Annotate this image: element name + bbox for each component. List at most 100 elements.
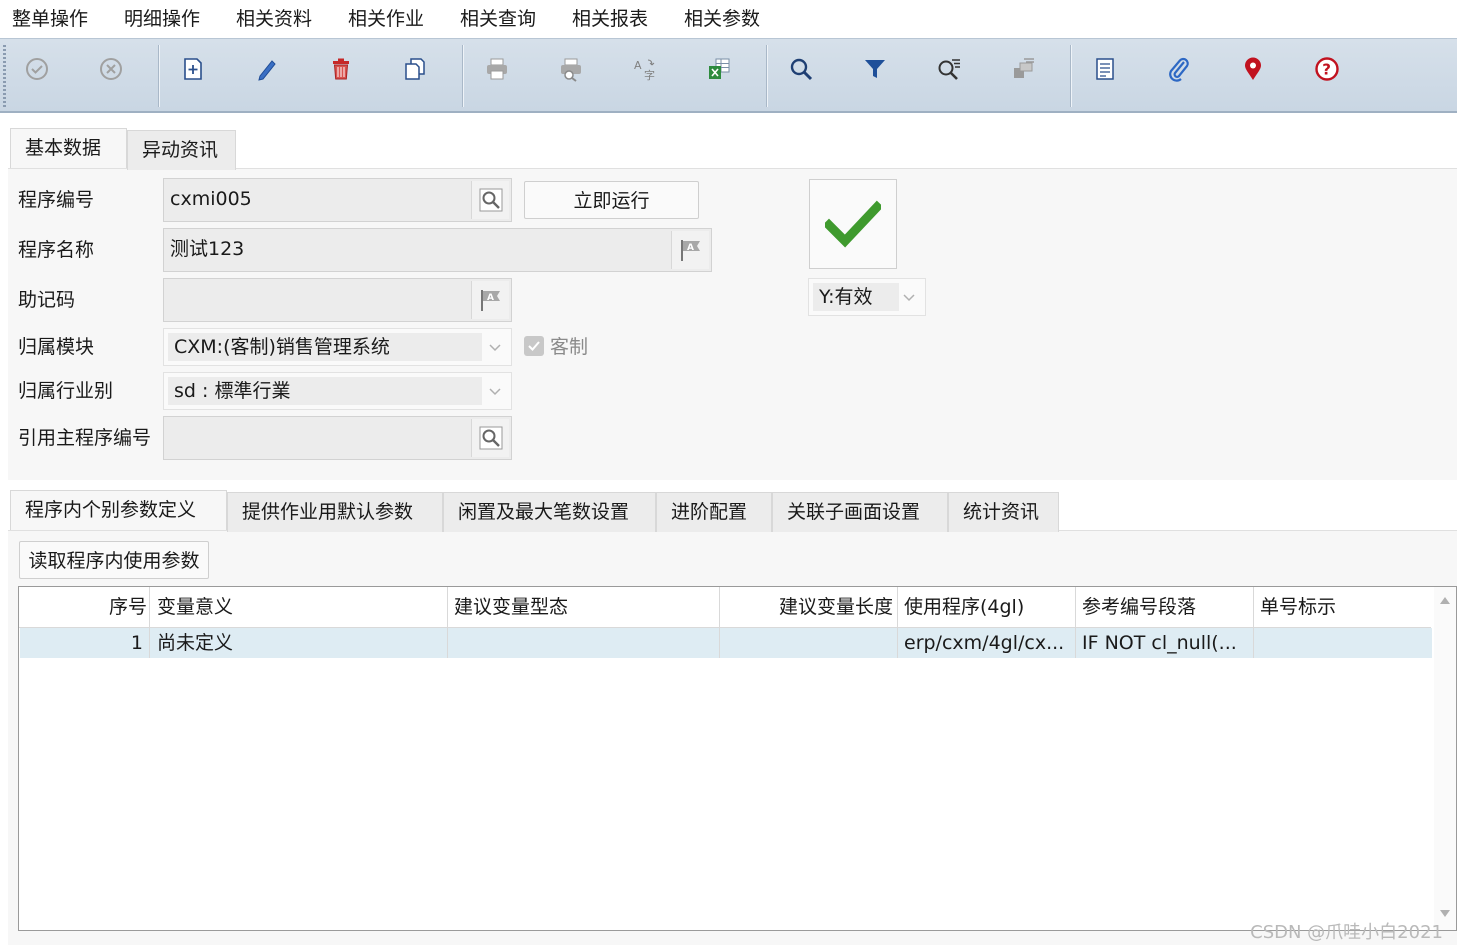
column-header-doc-flag[interactable]: 单号标示: [1260, 587, 1428, 627]
tab-sub-screen-settings[interactable]: 关联子画面设置: [772, 492, 948, 532]
tab-change-info[interactable]: 异动资讯: [127, 130, 236, 170]
tab-statistics[interactable]: 统计资讯: [948, 492, 1059, 532]
translate-icon[interactable]: A字: [625, 49, 665, 89]
tab-advanced-config[interactable]: 进阶配置: [656, 492, 772, 532]
print-preview-icon[interactable]: [551, 49, 591, 89]
status-select[interactable]: Y:有效: [808, 278, 926, 316]
status-value: Y:有效: [819, 286, 873, 308]
multilang-flag-icon[interactable]: A: [471, 281, 509, 319]
menu-related-params[interactable]: 相关参数: [682, 5, 762, 33]
valid-status-indicator: [809, 179, 897, 269]
program-no-label: 程序编号: [18, 189, 95, 211]
menu-related-data[interactable]: 相关资料: [234, 5, 314, 33]
custom-checkbox[interactable]: [524, 336, 544, 356]
module-label: 归属模块: [18, 336, 95, 358]
cell-length[interactable]: [721, 628, 893, 658]
ref-program-field[interactable]: [163, 416, 512, 460]
menu-related-reports[interactable]: 相关报表: [570, 5, 650, 33]
column-divider: [1075, 587, 1076, 658]
delete-icon[interactable]: [321, 49, 361, 89]
search-icon[interactable]: [471, 181, 509, 219]
toolbar-separator: [1070, 45, 1072, 107]
industry-label: 归属行业别: [18, 380, 114, 402]
column-header-program[interactable]: 使用程序(4gl): [904, 587, 1072, 627]
help-icon[interactable]: ?: [1307, 49, 1347, 89]
tab-program-params[interactable]: 程序内个别参数定义: [10, 490, 227, 530]
query-icon[interactable]: [929, 49, 969, 89]
column-header-reference[interactable]: 参考编号段落: [1082, 587, 1250, 627]
document-icon[interactable]: [1085, 49, 1125, 89]
search-icon[interactable]: [471, 419, 509, 457]
location-pin-icon[interactable]: [1233, 49, 1273, 89]
column-header-length[interactable]: 建议变量长度: [721, 587, 893, 627]
svg-text:A: A: [687, 243, 694, 253]
menu-bar: 整单操作 明细操作 相关资料 相关作业 相关查询 相关报表 相关参数: [0, 0, 1457, 38]
svg-text:字: 字: [644, 68, 655, 82]
mnemonic-label: 助记码: [18, 289, 76, 311]
params-grid: 序号 变量意义 建议变量型态 建议变量长度 使用程序(4gl) 参考编号段落 单…: [18, 586, 1457, 931]
cancel-icon[interactable]: [91, 49, 131, 89]
column-divider: [897, 587, 898, 658]
industry-select-box: sd : 標準行業: [168, 377, 482, 405]
menu-related-jobs[interactable]: 相关作业: [346, 5, 426, 33]
check-icon: [528, 341, 540, 351]
industry-select[interactable]: sd : 標準行業: [163, 372, 512, 410]
program-name-label: 程序名称: [18, 239, 95, 261]
checkmark-icon: [825, 200, 881, 248]
svg-text:?: ?: [1322, 61, 1331, 79]
attachment-icon[interactable]: [1159, 49, 1199, 89]
column-divider: [149, 587, 150, 658]
tab-idle-max-settings[interactable]: 闲置及最大笔数设置: [443, 492, 656, 532]
menu-whole-operation[interactable]: 整单操作: [10, 5, 90, 33]
multilang-flag-icon[interactable]: A: [671, 231, 709, 269]
program-name-field[interactable]: 测试123 A: [163, 228, 712, 272]
toolbar-grip[interactable]: [3, 45, 6, 107]
copy-icon[interactable]: [395, 49, 435, 89]
mnemonic-field[interactable]: A: [163, 278, 512, 322]
svg-text:A: A: [487, 293, 494, 303]
program-no-value: cxmi005: [170, 188, 252, 210]
tab-basic-data[interactable]: 基本数据: [10, 128, 127, 168]
program-no-field[interactable]: cxmi005: [163, 178, 512, 222]
search-icon[interactable]: [781, 49, 821, 89]
module-select-box: CXM:(客制)销售管理系统: [168, 333, 482, 361]
confirm-icon[interactable]: [17, 49, 57, 89]
filter-icon[interactable]: [855, 49, 895, 89]
export-excel-icon[interactable]: [699, 49, 739, 89]
run-now-button[interactable]: 立即运行: [524, 181, 699, 219]
chevron-down-icon[interactable]: [485, 337, 505, 357]
svg-text:A: A: [634, 59, 642, 72]
tab-default-params[interactable]: 提供作业用默认参数: [227, 492, 443, 532]
new-icon[interactable]: [173, 49, 213, 89]
cell-meaning[interactable]: 尚未定义: [157, 628, 443, 658]
cell-type[interactable]: [454, 628, 714, 658]
cell-seq[interactable]: 1: [19, 628, 143, 658]
stack-icon[interactable]: [1003, 49, 1043, 89]
chevron-down-icon[interactable]: [485, 381, 505, 401]
program-name-value: 测试123: [170, 238, 245, 260]
cell-reference[interactable]: IF NOT cl_null(...: [1082, 628, 1250, 658]
print-icon[interactable]: [477, 49, 517, 89]
toolbar-separator: [462, 45, 464, 107]
column-divider: [1253, 587, 1254, 658]
watermark: CSDN @爪哇小白2021: [1250, 922, 1443, 943]
column-divider: [719, 587, 720, 658]
menu-detail-operation[interactable]: 明细操作: [122, 5, 202, 33]
module-value: CXM:(客制)销售管理系统: [174, 336, 390, 358]
cell-doc-flag[interactable]: [1260, 628, 1428, 658]
column-divider: [447, 587, 448, 658]
toolbar-separator: [766, 45, 768, 107]
vertical-scrollbar[interactable]: [1434, 587, 1456, 930]
scroll-up-icon[interactable]: [1439, 595, 1451, 605]
module-select[interactable]: CXM:(客制)销售管理系统: [163, 328, 512, 366]
cell-program[interactable]: erp/cxm/4gl/cx...: [904, 628, 1072, 658]
edit-icon[interactable]: [247, 49, 287, 89]
chevron-down-icon[interactable]: [899, 287, 919, 307]
ref-program-label: 引用主程序编号: [18, 427, 152, 449]
column-header-meaning[interactable]: 变量意义: [157, 587, 443, 627]
read-params-button[interactable]: 读取程序内使用参数: [19, 541, 209, 579]
column-header-type[interactable]: 建议变量型态: [454, 587, 714, 627]
column-header-seq[interactable]: 序号: [19, 587, 147, 627]
industry-value: sd : 標準行業: [174, 380, 291, 402]
menu-related-query[interactable]: 相关查询: [458, 5, 538, 33]
